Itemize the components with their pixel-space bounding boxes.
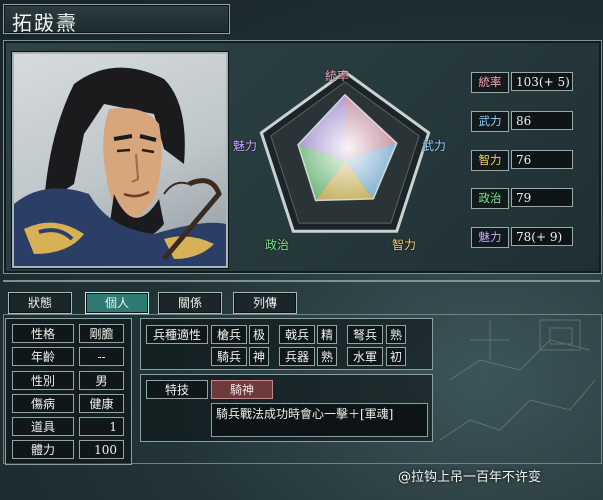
info-value: 1 [79, 417, 124, 436]
tab-personal[interactable]: 個人 [85, 292, 149, 314]
aptitude-grade: 精 [317, 325, 337, 344]
aptitude-unit: 槍兵 [211, 325, 247, 344]
info-value: -- [79, 347, 124, 366]
info-value: 男 [79, 371, 124, 390]
aptitude-grade: 熟 [317, 347, 337, 366]
aptitude-unit: 戟兵 [279, 325, 315, 344]
stat-value: 103(+ 5) [511, 72, 573, 91]
aptitude-grade: 初 [386, 347, 406, 366]
stat-value: 86 [511, 111, 573, 130]
aptitude-grade: 极 [249, 325, 269, 344]
info-label: 傷病 [12, 394, 74, 413]
info-label: 道具 [12, 417, 74, 436]
character-name: 拓跋燾 [12, 11, 78, 35]
info-label: 性格 [12, 324, 74, 343]
stat-key: 魅力 [471, 227, 509, 248]
skill-description: 騎兵戰法成功時會心一擊＋[軍魂] [211, 403, 428, 437]
radar-label-left: 魅力 [233, 139, 258, 153]
watermark: @拉钩上吊一百年不许变 [398, 470, 542, 485]
aptitude-grade: 熟 [386, 325, 406, 344]
radar-chart [259, 70, 431, 233]
radar-label-right: 武力 [422, 139, 447, 153]
tab-biography[interactable]: 列傳 [233, 292, 297, 314]
info-value: 健康 [79, 394, 124, 413]
info-value: 100 [79, 440, 124, 459]
aptitude-unit: 水軍 [347, 347, 383, 366]
tab-relations[interactable]: 關係 [158, 292, 222, 314]
skill-label: 特技 [146, 380, 208, 399]
tab-status[interactable]: 狀態 [8, 292, 72, 314]
stat-key: 智力 [471, 150, 509, 171]
radar-label-bottom-right: 智力 [392, 238, 417, 252]
info-value: 剛膽 [79, 324, 124, 343]
skill-name[interactable]: 騎神 [211, 380, 273, 399]
stat-value: 78(+ 9) [511, 227, 573, 246]
stat-key: 武力 [471, 111, 509, 132]
stat-key: 統率 [471, 72, 509, 93]
aptitude-unit: 騎兵 [211, 347, 247, 366]
info-label: 性別 [12, 371, 74, 390]
aptitude-grade: 神 [249, 347, 269, 366]
character-name-bar: 拓跋燾 [3, 4, 230, 35]
radar-label-top: 統率 [325, 69, 350, 83]
aptitude-title: 兵種適性 [146, 325, 208, 344]
stat-key: 政治 [471, 188, 509, 209]
stat-value: 76 [511, 150, 573, 169]
aptitude-unit: 兵器 [279, 347, 315, 366]
info-label: 體力 [12, 440, 74, 459]
aptitude-unit: 弩兵 [347, 325, 383, 344]
stat-value: 79 [511, 188, 573, 207]
character-portrait [12, 52, 228, 268]
info-label: 年齡 [12, 347, 74, 366]
radar-label-bottom-left: 政治 [265, 238, 290, 252]
